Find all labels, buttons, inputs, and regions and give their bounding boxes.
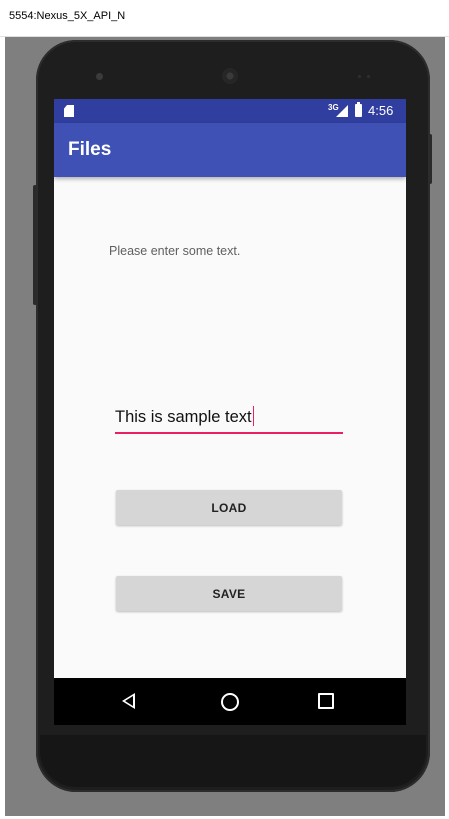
sensor-icon xyxy=(358,75,361,78)
emulator-window: 5554:Nexus_5X_API_N 3G 4:56 Files Please… xyxy=(0,0,449,819)
phone-chin xyxy=(40,735,426,787)
load-button[interactable]: LOAD xyxy=(116,490,342,525)
window-title: 5554:Nexus_5X_API_N xyxy=(9,10,126,22)
app-bar: Files xyxy=(54,123,406,177)
home-icon[interactable] xyxy=(221,693,239,711)
status-bar: 3G 4:56 xyxy=(54,99,406,123)
status-time: 4:56 xyxy=(368,103,394,118)
prompt-label: Please enter some text. xyxy=(109,244,241,258)
network-type-label: 3G xyxy=(328,103,339,112)
text-cursor xyxy=(252,406,255,426)
speaker-grill-icon xyxy=(222,68,238,84)
text-input-value[interactable]: This is sample text xyxy=(115,406,255,427)
front-camera-icon xyxy=(96,73,103,80)
window-titlebar[interactable]: 5554:Nexus_5X_API_N xyxy=(0,0,449,37)
text-input-field[interactable]: This is sample text xyxy=(115,402,343,434)
app-title: Files xyxy=(68,139,112,160)
text-input-content: This is sample text xyxy=(115,408,252,426)
recents-icon[interactable] xyxy=(318,693,334,709)
navigation-bar xyxy=(54,678,406,725)
back-icon[interactable] xyxy=(122,693,135,709)
device-screen: 3G 4:56 Files Please enter some text. Th… xyxy=(54,99,406,725)
sensor-icon xyxy=(367,75,370,78)
save-button[interactable]: SAVE xyxy=(116,576,342,611)
sd-card-icon xyxy=(64,105,74,117)
battery-icon xyxy=(355,102,362,117)
